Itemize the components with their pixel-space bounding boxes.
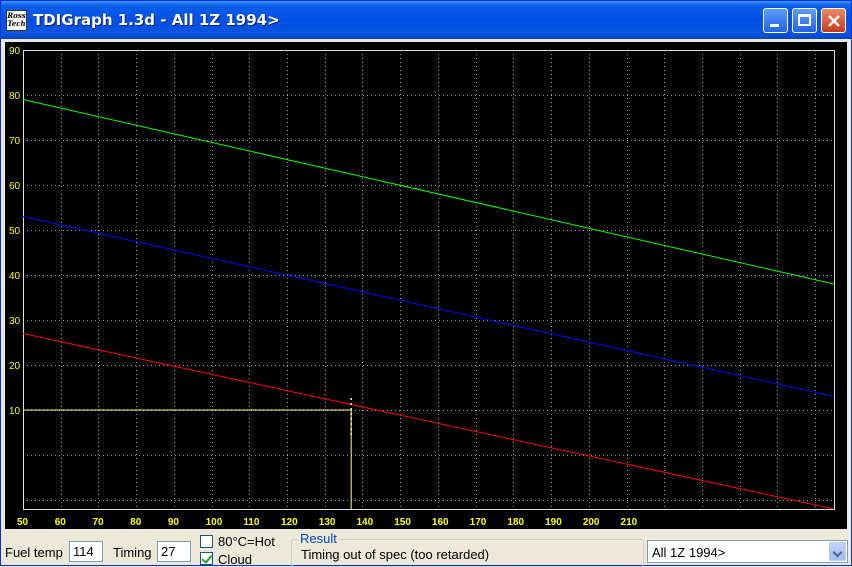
y-tick-labels: 10 20 30 40 50 60 70 80 90 bbox=[9, 46, 21, 417]
x-tick-label: 140 bbox=[356, 517, 373, 528]
chart-marker bbox=[23, 398, 352, 509]
x-tick-label: 160 bbox=[432, 517, 449, 528]
x-tick-label: 110 bbox=[243, 517, 260, 528]
cloud-label: Cloud bbox=[218, 552, 252, 567]
x-tick-label: 60 bbox=[55, 517, 67, 528]
x-tick-label: 120 bbox=[281, 517, 298, 528]
chevron-down-icon[interactable] bbox=[829, 542, 846, 561]
timing-label: Timing bbox=[113, 545, 152, 560]
engine-select-value: All 1Z 1994> bbox=[652, 545, 726, 560]
x-tick-label: 50 bbox=[17, 517, 29, 528]
y-tick-label: 60 bbox=[9, 181, 21, 192]
x-tick-label: 90 bbox=[168, 517, 180, 528]
x-tick-label: 190 bbox=[545, 517, 562, 528]
series-line-3 bbox=[22, 333, 835, 510]
y-tick-label: 80 bbox=[9, 91, 21, 102]
result-text: Timing out of spec (too retarded) bbox=[301, 547, 490, 562]
timing-chart[interactable]: 10 20 30 40 50 60 70 80 90 50 60 70 80 90 100 110 120 13… bbox=[5, 42, 847, 529]
minimize-icon bbox=[770, 24, 779, 27]
series-line-2 bbox=[22, 216, 835, 397]
x-tick-label: 150 bbox=[394, 517, 411, 528]
maximize-button[interactable] bbox=[792, 8, 817, 33]
y-tick-label: 20 bbox=[9, 361, 21, 372]
close-button[interactable] bbox=[821, 8, 846, 33]
app-logo-icon: Ross Tech bbox=[6, 10, 27, 31]
x-tick-label: 210 bbox=[621, 517, 638, 528]
chart-grid bbox=[23, 50, 834, 509]
series-line-1 bbox=[22, 99, 835, 285]
x-tick-label: 200 bbox=[583, 517, 600, 528]
hot-checkbox[interactable] bbox=[200, 535, 213, 548]
x-tick-label: 180 bbox=[507, 517, 524, 528]
y-tick-label: 70 bbox=[9, 136, 21, 147]
x-tick-label: 80 bbox=[130, 517, 142, 528]
x-tick-label: 130 bbox=[319, 517, 336, 528]
y-tick-label: 90 bbox=[9, 46, 21, 57]
minimize-button[interactable] bbox=[763, 8, 788, 33]
chart-series bbox=[22, 99, 835, 510]
x-tick-label: 100 bbox=[206, 517, 223, 528]
y-tick-label: 30 bbox=[9, 316, 21, 327]
engine-select[interactable]: All 1Z 1994> bbox=[647, 540, 848, 563]
x-tick-label: 70 bbox=[92, 517, 104, 528]
control-bar: Fuel temp 114 Timing 27 80°C=Hot Cloud R… bbox=[1, 530, 852, 567]
chart-frame bbox=[23, 50, 835, 510]
cloud-checkbox[interactable] bbox=[200, 552, 213, 565]
app-window: Ross Tech TDIGraph 1.3d - All 1Z 1994> 1… bbox=[0, 0, 852, 567]
timing-input[interactable]: 27 bbox=[157, 541, 191, 562]
x-tick-label: 170 bbox=[470, 517, 487, 528]
window-title: TDIGraph 1.3d - All 1Z 1994> bbox=[33, 11, 280, 29]
x-tick-labels: 50 60 70 80 90 100 110 120 130 140 150 160 170 180 190… bbox=[17, 517, 638, 528]
result-legend: Result bbox=[298, 531, 339, 546]
fuel-temp-label: Fuel temp bbox=[5, 545, 63, 560]
y-tick-label: 50 bbox=[9, 226, 21, 237]
plot-border bbox=[23, 50, 835, 510]
close-icon bbox=[828, 15, 840, 27]
y-tick-label: 40 bbox=[9, 271, 21, 282]
y-tick-label: 10 bbox=[9, 406, 21, 417]
chart-svg: 10 20 30 40 50 60 70 80 90 50 60 70 80 90 100 110 120 13… bbox=[9, 46, 835, 528]
title-bar[interactable]: Ross Tech TDIGraph 1.3d - All 1Z 1994> bbox=[1, 1, 851, 39]
hot-label: 80°C=Hot bbox=[218, 534, 275, 549]
fuel-temp-input[interactable]: 114 bbox=[69, 541, 103, 562]
maximize-icon bbox=[798, 14, 811, 26]
